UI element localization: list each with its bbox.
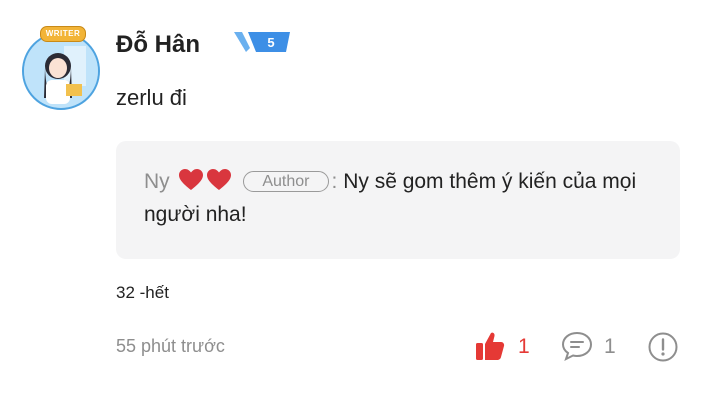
thumbs-up-icon <box>474 330 506 362</box>
username[interactable]: Đỗ Hân <box>116 30 200 60</box>
level-badge: 5 <box>234 30 292 54</box>
author-tag: Author <box>243 171 329 192</box>
writer-badge: WRITER <box>40 26 86 42</box>
reply-count: 1 <box>604 335 616 358</box>
avatar[interactable]: WRITER <box>18 26 104 112</box>
heart-icon <box>178 168 204 192</box>
reply-separator: : <box>331 170 338 193</box>
reply-author-name[interactable]: Ny <box>144 170 170 193</box>
comment-bubble-icon <box>560 330 594 362</box>
level-number: 5 <box>267 35 274 50</box>
report-icon[interactable] <box>647 331 679 363</box>
comment-extra-text: 32 -hết <box>116 283 169 302</box>
comment-text: zerlu đi <box>116 85 187 110</box>
timestamp: 55 phút trước <box>116 336 225 356</box>
author-reply[interactable]: Ny Author: Ny sẽ gom thêm ý kiến của mọi… <box>116 141 680 259</box>
like-count: 1 <box>518 335 530 358</box>
avatar-image <box>22 32 100 110</box>
heart-icon <box>206 168 232 192</box>
